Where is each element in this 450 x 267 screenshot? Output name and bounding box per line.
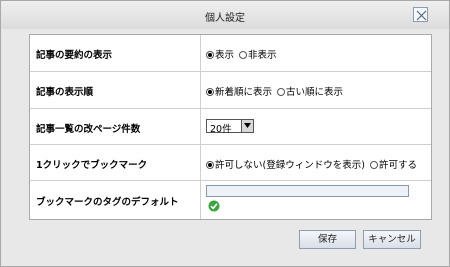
default-tag-input[interactable] bbox=[206, 185, 409, 197]
chevron-down-icon bbox=[244, 123, 251, 128]
summary-radio-group: 表示 非表示 bbox=[206, 47, 279, 61]
order-newest-option[interactable]: 新着順に表示 bbox=[206, 84, 272, 98]
setting-label: 1クリックでブックマーク bbox=[36, 160, 148, 171]
page-size-value: 20件 bbox=[210, 124, 232, 135]
radio-button[interactable] bbox=[239, 51, 248, 59]
dialog-title: 個人設定 bbox=[205, 13, 245, 24]
dropdown-button[interactable] bbox=[241, 120, 253, 132]
page-size-select[interactable]: 20件 bbox=[206, 119, 254, 135]
setting-label: ブックマークのタグのデフォルト bbox=[36, 197, 179, 208]
order-oldest-option[interactable]: 古い順に表示 bbox=[277, 84, 343, 98]
check-circle-icon bbox=[208, 200, 220, 212]
setting-row-order: 記事の表示順 新着順に表示 古い順に表示 bbox=[30, 72, 431, 109]
setting-label: 記事一覧の改ページ件数 bbox=[36, 124, 141, 135]
settings-panel: 記事の要約の表示 表示 非表示 記事の表示順 新着順に表示 古い順に表示 記事一… bbox=[29, 34, 432, 220]
settings-dialog: 個人設定 記事の要約の表示 表示 非表示 記事の表示順 新着順に表示 古い順に表… bbox=[0, 0, 450, 267]
summary-hide-option[interactable]: 非表示 bbox=[239, 47, 277, 61]
radio-button[interactable] bbox=[277, 88, 286, 96]
setting-row-page-size: 記事一覧の改ページ件数 20件 bbox=[30, 109, 431, 145]
close-button[interactable] bbox=[413, 7, 428, 22]
radio-button[interactable] bbox=[206, 88, 214, 96]
radio-button[interactable] bbox=[206, 51, 214, 59]
order-radio-group: 新着順に表示 古い順に表示 bbox=[206, 84, 345, 98]
setting-row-one-click: 1クリックでブックマーク 許可しない(登録ウィンドウを表示) 許可する bbox=[30, 145, 431, 181]
radio-button[interactable] bbox=[369, 161, 378, 169]
one-click-allow-option[interactable]: 許可する bbox=[369, 157, 417, 171]
page-size-control: 20件 bbox=[206, 119, 254, 135]
dialog-titlebar: 個人設定 bbox=[1, 1, 449, 29]
setting-label: 記事の要約の表示 bbox=[36, 50, 113, 61]
setting-label: 記事の表示順 bbox=[36, 87, 94, 98]
one-click-deny-option[interactable]: 許可しない(登録ウィンドウを表示) bbox=[206, 157, 365, 171]
setting-row-summary: 記事の要約の表示 表示 非表示 bbox=[30, 35, 431, 72]
radio-button[interactable] bbox=[206, 161, 214, 169]
one-click-radio-group: 許可しない(登録ウィンドウを表示) 許可する bbox=[206, 157, 419, 171]
setting-row-default-tag: ブックマークのタグのデフォルト bbox=[30, 181, 431, 219]
close-icon bbox=[416, 10, 427, 21]
save-button[interactable]: 保存 bbox=[299, 230, 356, 249]
summary-show-option[interactable]: 表示 bbox=[206, 47, 234, 61]
cancel-button[interactable]: キャンセル bbox=[363, 230, 421, 249]
